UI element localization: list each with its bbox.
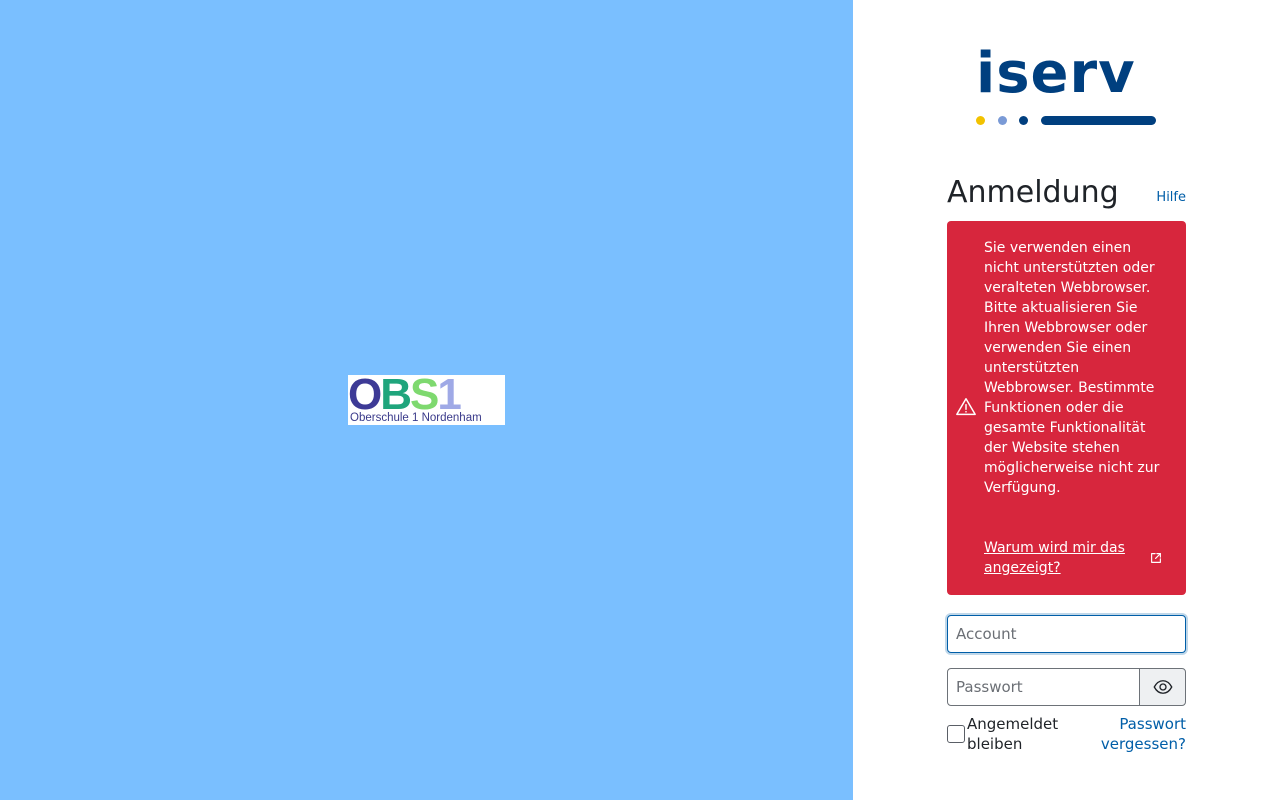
iserv-logo-text: iserv bbox=[976, 41, 1136, 106]
external-link-icon[interactable] bbox=[1149, 551, 1163, 565]
logo-dot-yellow bbox=[976, 116, 985, 125]
school-logo-letters: OBS1 bbox=[348, 375, 505, 419]
remember-me-label[interactable]: Angemeldet bleiben bbox=[967, 714, 1077, 754]
school-logo-subtitle: Oberschule 1 Nordenham bbox=[350, 412, 482, 424]
remember-me-checkbox[interactable] bbox=[947, 725, 965, 743]
page-title: Anmeldung bbox=[947, 175, 1119, 210]
school-logo-letter: O bbox=[348, 375, 382, 419]
why-shown-link[interactable]: Warum wird mir das angezeigt? bbox=[984, 538, 1134, 578]
eye-icon bbox=[1153, 680, 1172, 694]
browser-warning-alert: Sie verwenden einen nicht unterstützten … bbox=[947, 221, 1186, 595]
help-link[interactable]: Hilfe bbox=[1156, 189, 1186, 207]
school-logo-letter: 1 bbox=[437, 375, 462, 419]
school-logo: OBS1 Oberschule 1 Nordenham bbox=[348, 375, 505, 425]
logo-dot-light-blue bbox=[998, 116, 1007, 125]
password-input[interactable] bbox=[947, 668, 1140, 706]
account-input[interactable] bbox=[947, 615, 1186, 653]
warning-triangle-icon bbox=[956, 398, 976, 416]
school-logo-letter: B bbox=[380, 375, 412, 419]
background-panel: OBS1 Oberschule 1 Nordenham bbox=[0, 0, 853, 800]
logo-dot-dark-blue bbox=[1019, 116, 1028, 125]
show-password-button[interactable] bbox=[1139, 668, 1186, 706]
logo-underline-bar bbox=[1041, 116, 1156, 125]
iserv-logo: iserv bbox=[976, 44, 1158, 128]
browser-warning-text: Sie verwenden einen nicht unterstützten … bbox=[984, 240, 1160, 496]
forgot-password-link[interactable]: Passwort vergessen? bbox=[1090, 714, 1186, 754]
school-logo-letter: S bbox=[410, 375, 439, 419]
